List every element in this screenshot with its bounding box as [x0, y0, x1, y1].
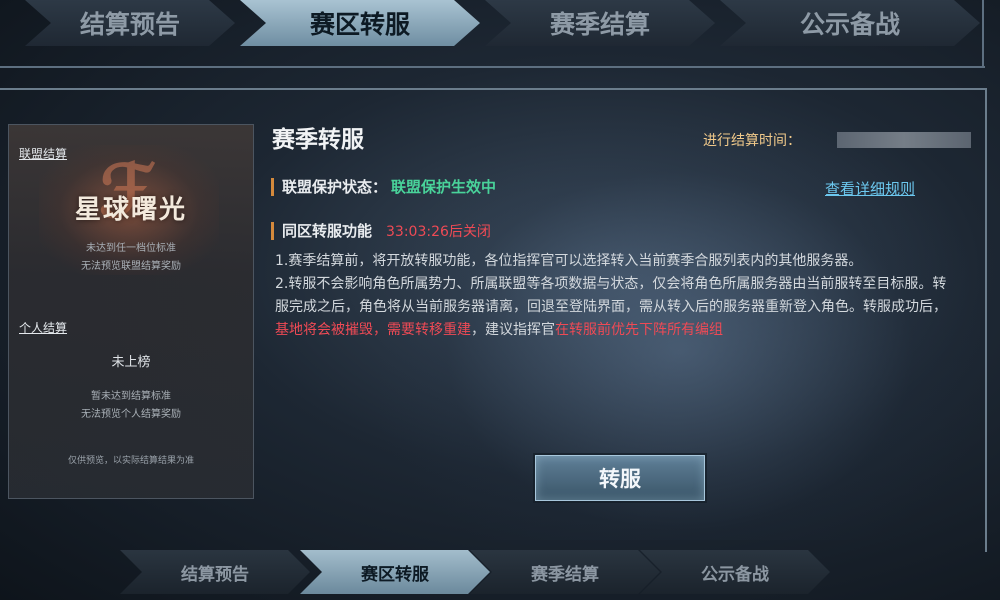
transfer-feature-row: 同区转服功能 33:03:26后关闭 [271, 220, 491, 241]
transfer-button[interactable]: 转服 [535, 455, 705, 501]
settlement-time-label: 进行结算时间： [703, 133, 801, 149]
tab-label: 公示备战 [799, 10, 900, 39]
personal-note-1: 暂未达到结算标准 [91, 391, 171, 402]
tab-label: 公示备战 [701, 564, 769, 585]
top-divider-end [982, 0, 984, 68]
accent-bar [271, 221, 274, 240]
feature-label: 同区转服功能 [282, 222, 373, 240]
desc-paragraph-2: 2.转服不会影响角色所属势力、所属联盟等各项数据与状态，仅会将角色所属服务器由当… [275, 273, 960, 342]
protection-status-row: 联盟保护状态： 联盟保护生效中 [271, 176, 496, 197]
section-title: 赛季转服 [272, 126, 364, 153]
tab-announce-prepare[interactable]: 公示备战 [720, 0, 980, 46]
view-rules-link[interactable]: 查看详细规则 [825, 178, 915, 199]
settlement-time-value-blurred [837, 132, 971, 148]
tab-label: 赛季结算 [549, 10, 650, 39]
transfer-content: 赛季转服 进行结算时间： 联盟保护状态： 联盟保护生效中 查看详细规则 同区转服功… [265, 110, 980, 400]
tab-label: 赛季结算 [531, 564, 599, 585]
tab-label: 赛区转服 [361, 564, 429, 585]
bottom-tab-bar: 结算预告 赛区转服 赛季结算 公示备战 [0, 548, 1000, 600]
alliance-note-1: 未达到任一档位标准 [86, 243, 176, 254]
tab-region-transfer[interactable]: 赛区转服 [240, 0, 480, 46]
tab-label: 结算预告 [181, 564, 249, 585]
protection-value: 联盟保护生效中 [391, 178, 497, 196]
personal-settlement-title[interactable]: 个人结算 [19, 319, 67, 336]
settlement-preview-card: ℱ 联盟结算 星球曙光 未达到任一档位标准 无法预览联盟结算奖励 个人结算 未上… [8, 124, 254, 499]
alliance-note-2: 无法预览联盟结算奖励 [81, 261, 181, 272]
desc-2-text-b: ，建议指挥官 [471, 322, 555, 338]
top-divider [0, 66, 985, 68]
transfer-description[interactable]: 1.赛季结算前，将开放转服功能，各位指挥官可以选择转入当前赛季合服列表内的其他服… [275, 250, 960, 386]
desc-2-warning-1: 基地将会被摧毁，需要转移重建 [275, 322, 471, 338]
desc-paragraph-1: 1.赛季结算前，将开放转服功能，各位指挥官可以选择转入当前赛季合服列表内的其他服… [275, 253, 863, 269]
protection-label: 联盟保护状态： [282, 178, 388, 196]
desc-2-text-a: 2.转服不会影响角色所属势力、所属联盟等各项数据与状态，仅会将角色所属服务器由当… [275, 276, 947, 315]
alliance-settlement-title[interactable]: 联盟结算 [19, 145, 67, 162]
bottom-tab-region-transfer[interactable]: 赛区转服 [300, 550, 490, 594]
tab-label: 结算预告 [79, 10, 180, 39]
desc-2-warning-2: 在转服前优先下阵所有编组 [555, 322, 723, 338]
countdown-timer: 33:03:26后关闭 [386, 223, 491, 240]
tab-season-settlement[interactable]: 赛季结算 [485, 0, 715, 46]
top-tab-bar: 结算预告 赛区转服 赛季结算 公示备战 [0, 0, 1000, 50]
tab-label: 赛区转服 [309, 10, 410, 39]
bottom-tab-announce-prepare[interactable]: 公示备战 [640, 550, 830, 594]
preview-footer-note: 仅供预览，以实际结算结果为准 [67, 456, 194, 466]
personal-note-2: 无法预览个人结算奖励 [81, 409, 181, 420]
accent-bar [271, 177, 274, 196]
alliance-name: 星球曙光 [74, 195, 187, 225]
personal-rank: 未上榜 [111, 355, 151, 370]
bottom-tab-season-settlement[interactable]: 赛季结算 [470, 550, 660, 594]
tab-settlement-preview[interactable]: 结算预告 [25, 0, 235, 46]
bottom-tab-settlement-preview[interactable]: 结算预告 [120, 550, 310, 594]
